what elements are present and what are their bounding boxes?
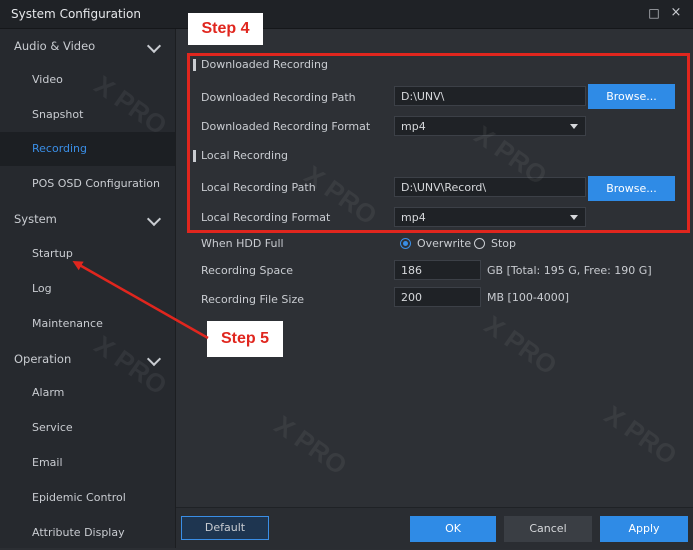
sidebar-item-video[interactable]: Video	[0, 63, 175, 97]
recording-space-unit: GB [Total: 195 G, Free: 190 G]	[487, 264, 652, 277]
sidebar-item-maintenance[interactable]: Maintenance	[0, 307, 175, 341]
sidebar-item-label: Snapshot	[32, 108, 84, 121]
chevron-down-icon	[146, 38, 162, 54]
sidebar-item-label: POS OSD Configuration	[32, 177, 160, 190]
sidebar-item-label: Recording	[32, 142, 88, 155]
sidebar-item-label: Service	[32, 421, 73, 434]
sidebar-group-audio-video[interactable]: Audio & Video	[0, 29, 175, 63]
sidebar-item-pos-osd[interactable]: POS OSD Configuration	[0, 167, 175, 201]
sidebar-item-label: Startup	[32, 247, 73, 260]
sidebar-item-label: Epidemic Control	[32, 491, 126, 504]
sidebar-group-label: System	[14, 212, 57, 226]
recording-space-label: Recording Space	[201, 264, 294, 277]
sidebar-item-log[interactable]: Log	[0, 272, 175, 306]
sidebar: Audio & Video Video Snapshot Recording P…	[0, 29, 176, 548]
recording-space-input[interactable]: 186	[394, 260, 481, 280]
sidebar-item-attribute-display[interactable]: Attribute Display	[0, 516, 175, 550]
title-bar: System Configuration □ ×	[0, 0, 693, 29]
recording-file-size-unit: MB [100-4000]	[487, 291, 570, 304]
recording-file-size-label: Recording File Size	[201, 293, 304, 306]
apply-button[interactable]: Apply	[600, 516, 688, 542]
chevron-down-icon	[146, 211, 162, 227]
chevron-down-icon	[146, 351, 162, 367]
radio-overwrite[interactable]	[400, 238, 411, 249]
ok-button[interactable]: OK	[410, 516, 496, 542]
recording-file-size-value: 200	[401, 291, 422, 304]
sidebar-item-email[interactable]: Email	[0, 446, 175, 480]
footer-bar: Default OK Cancel Apply	[176, 507, 693, 549]
default-button[interactable]: Default	[181, 516, 269, 540]
sidebar-item-epidemic-control[interactable]: Epidemic Control	[0, 481, 175, 515]
step4-callout: Step 4	[188, 13, 263, 45]
sidebar-group-label: Audio & Video	[14, 39, 96, 53]
sidebar-item-label: Maintenance	[32, 317, 103, 330]
sidebar-item-recording[interactable]: Recording	[0, 132, 175, 166]
sidebar-item-startup[interactable]: Startup	[0, 237, 175, 271]
sidebar-group-label: Operation	[14, 352, 72, 366]
sidebar-item-label: Email	[32, 456, 63, 469]
close-icon[interactable]: ×	[667, 4, 685, 22]
sidebar-item-snapshot[interactable]: Snapshot	[0, 98, 175, 132]
radio-overwrite-label: Overwrite	[417, 237, 472, 250]
hdd-full-label: When HDD Full	[201, 237, 284, 250]
recording-file-size-input[interactable]: 200	[394, 287, 481, 307]
sidebar-item-label: Attribute Display	[32, 526, 125, 539]
radio-stop-label: Stop	[491, 237, 517, 250]
sidebar-item-alarm[interactable]: Alarm	[0, 376, 175, 410]
sidebar-item-label: Log	[32, 282, 52, 295]
step5-callout: Step 5	[207, 321, 283, 357]
sidebar-group-system[interactable]: System	[0, 202, 175, 236]
step4-highlight-box	[187, 53, 690, 233]
sidebar-item-label: Video	[32, 73, 63, 86]
sidebar-item-service[interactable]: Service	[0, 411, 175, 445]
sidebar-group-operation[interactable]: Operation	[0, 342, 175, 376]
sidebar-item-label: Alarm	[32, 386, 65, 399]
radio-stop[interactable]	[474, 238, 485, 249]
cancel-button[interactable]: Cancel	[504, 516, 592, 542]
maximize-icon[interactable]: □	[645, 4, 663, 22]
window-title: System Configuration	[11, 7, 141, 21]
recording-space-value: 186	[401, 264, 422, 277]
